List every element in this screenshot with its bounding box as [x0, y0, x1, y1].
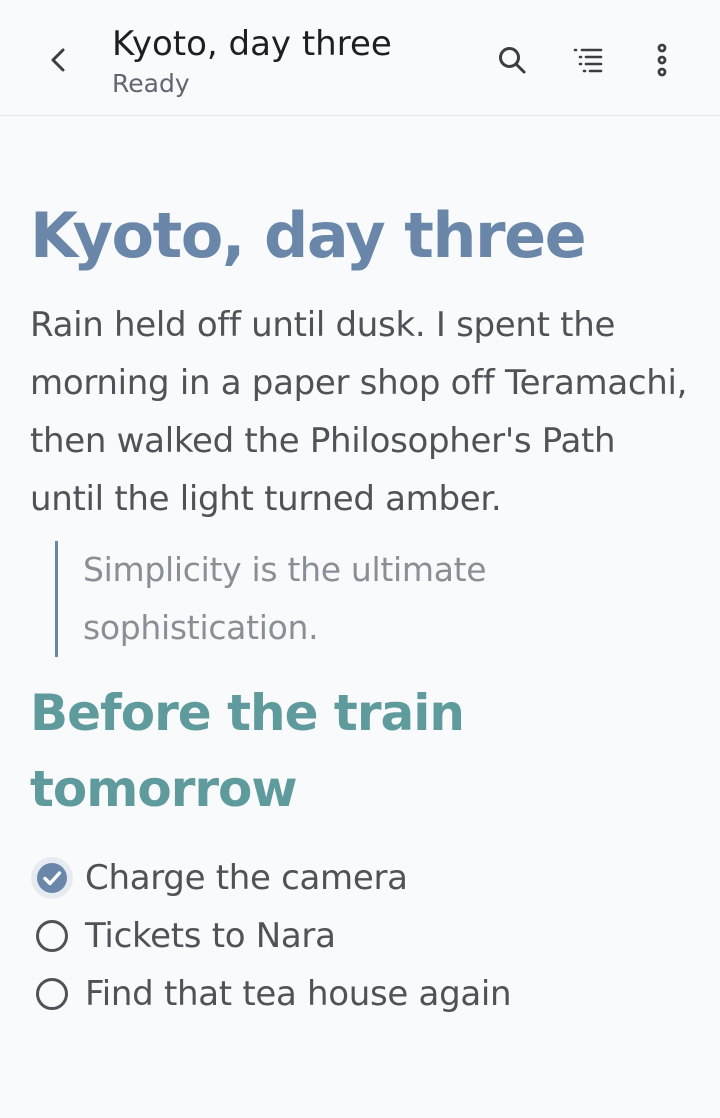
search-button[interactable]	[486, 34, 538, 86]
document-title: Kyoto, day three	[30, 199, 587, 272]
body-paragraph: Rain held off until dusk. I spent the mo…	[30, 305, 688, 519]
checklist-item-label: Charge the camera	[85, 858, 408, 898]
status-label: Ready	[112, 69, 190, 98]
section-heading: Before the train tomorrow	[30, 684, 465, 818]
checklist: Charge the camera Tickets to Nara Find t…	[30, 849, 690, 1023]
app-title: Kyoto, day three	[112, 24, 392, 64]
checkbox-unchecked-icon	[36, 978, 68, 1010]
title-block: Kyoto, day three Ready	[112, 22, 392, 101]
document-body[interactable]: Kyoto, day three Rain held off until dus…	[30, 190, 690, 1023]
back-button[interactable]	[34, 36, 82, 84]
checkbox-checked[interactable]	[31, 849, 85, 907]
checkbox-unchecked-icon	[36, 920, 68, 952]
block-quote: Simplicity is the ultimate sophisticatio…	[55, 541, 690, 657]
more-options-button[interactable]	[636, 34, 688, 86]
search-icon	[499, 47, 526, 74]
checklist-item[interactable]: Charge the camera	[30, 849, 690, 907]
checklist-item[interactable]: Find that tea house again	[30, 965, 690, 1023]
checkbox-unchecked[interactable]	[36, 907, 85, 965]
checkbox-unchecked[interactable]	[36, 965, 85, 1023]
outline-button[interactable]	[562, 34, 614, 86]
checklist-item[interactable]: Tickets to Nara	[30, 907, 690, 965]
chevron-left-icon	[51, 48, 65, 72]
app-bar: Kyoto, day three Ready	[0, 0, 720, 116]
outline-list-icon	[573, 48, 603, 73]
more-vertical-icon	[657, 43, 667, 77]
checklist-item-label: Find that tea house again	[85, 974, 512, 1014]
checkbox-checked-icon	[31, 857, 73, 899]
checklist-item-label: Tickets to Nara	[85, 916, 336, 956]
